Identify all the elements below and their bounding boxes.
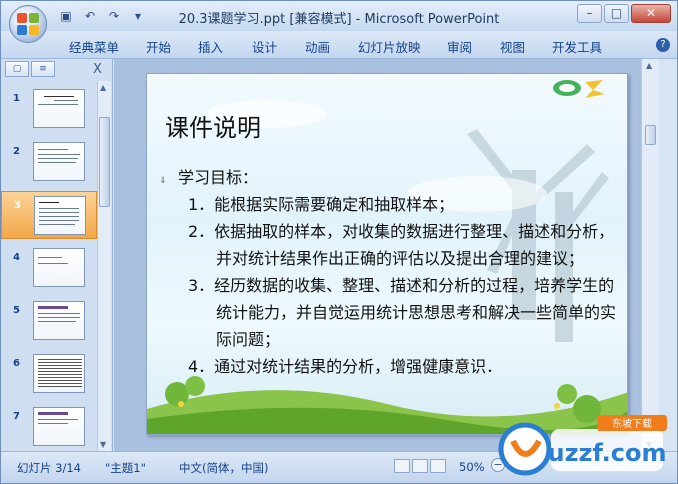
slide-thumbnail[interactable] [33, 248, 85, 287]
theme-name: "主题1" [105, 461, 146, 475]
close-button[interactable]: ✕ [631, 4, 671, 23]
help-icon[interactable]: ? [656, 38, 670, 52]
view-buttons [394, 459, 446, 473]
slides-pane: ▢ ≡ X 1 2 3 4 5 6 7 ▲ ▼ [1, 59, 113, 451]
slide-number: 5 [13, 305, 20, 316]
body-intro: 学习目标： [178, 168, 259, 187]
zoom-level[interactable]: 50% [459, 460, 485, 474]
editor-scrollbar[interactable]: ▲ ▼ [641, 59, 659, 451]
office-button[interactable] [9, 5, 47, 43]
scroll-up-icon[interactable]: ▲ [100, 83, 106, 92]
scrollbar-thumb[interactable] [645, 125, 656, 145]
slide-sorter-icon[interactable] [412, 459, 428, 473]
undo-icon[interactable]: ↶ [81, 8, 99, 24]
language-status[interactable]: 中文(简体，中国) [179, 460, 268, 476]
slide-show-icon[interactable] [430, 459, 446, 473]
slides-tab-icon[interactable]: ▢ [5, 61, 29, 77]
slide-thumbnail[interactable] [33, 407, 85, 446]
tab-review[interactable]: 审阅 [447, 37, 472, 56]
scroll-up-icon[interactable]: ▲ [646, 61, 652, 70]
slide-editor: 课件说明 ⇓ 学习目标： 1．能根据实际需要确定和抽取样本； 2．依据抽取的样本… [114, 59, 659, 451]
scroll-down-icon[interactable]: ▼ [100, 440, 106, 449]
slide-canvas[interactable]: 课件说明 ⇓ 学习目标： 1．能根据实际需要确定和抽取样本； 2．依据抽取的样本… [146, 73, 628, 435]
body-item-2: 2．依据抽取的样本，对收集的数据进行整理、描述和分析，并对统计结果作出正确的评估… [188, 222, 615, 268]
slide-thumb-row-selected[interactable]: 3 [1, 191, 97, 239]
slide-number: 4 [13, 252, 20, 263]
body-item-3: 3．经历数据的收集、整理、描述和分析的过程，培养学生的统计能力，并自觉运用统计思… [188, 276, 617, 349]
slide-thumbnail[interactable] [33, 354, 85, 393]
uzzf-watermark-logo: uzzf.com 东坡下载 [498, 415, 667, 476]
customize-qat-icon[interactable]: ▾ [129, 8, 147, 24]
tab-insert[interactable]: 插入 [198, 37, 223, 56]
slide-body-text[interactable]: 学习目标： 1．能根据实际需要确定和抽取样本； 2．依据抽取的样本，对收集的数据… [178, 164, 618, 380]
slide-thumb-row[interactable]: 6 [1, 350, 97, 398]
slide-thumbnail[interactable] [33, 301, 85, 340]
slide-number: 6 [13, 358, 20, 369]
pane-close-icon[interactable]: X [93, 62, 102, 77]
slide-thumb-row[interactable]: 1 [1, 85, 97, 133]
slide-thumbnail[interactable] [33, 142, 85, 181]
powerpoint-window: 20.3课题学习.ppt [兼容模式] - Microsoft PowerPoi… [0, 0, 678, 484]
slide-thumb-row[interactable]: 5 [1, 297, 97, 345]
ribbon-tabs: 经典菜单 开始 插入 设计 动画 幻灯片放映 审阅 视图 开发工具 ? [1, 31, 677, 59]
slide-thumb-row[interactable]: 7 [1, 403, 97, 451]
body-item-4: 4．通过对统计结果的分析，增强健康意识． [188, 357, 503, 376]
normal-view-icon[interactable] [394, 459, 410, 473]
slide-number: 1 [13, 93, 20, 104]
slide-counter: 幻灯片 3/14 [17, 461, 81, 475]
slide-title[interactable]: 课件说明 [165, 108, 261, 143]
outline-tab-icon[interactable]: ≡ [31, 61, 55, 77]
pane-tabs: ▢ ≡ [5, 61, 55, 79]
tab-classic-menu[interactable]: 经典菜单 [69, 37, 119, 56]
watermark-text: uzzf.com [548, 439, 667, 467]
slide-thumb-row[interactable]: 4 [1, 244, 97, 292]
slide-thumbnails: 1 2 3 4 5 6 7 [1, 83, 97, 451]
save-icon[interactable]: ▣ [57, 8, 75, 24]
bullet-collapse-icon: ⇓ [159, 176, 167, 186]
body-item-1: 1．能根据实际需要确定和抽取样本； [188, 195, 455, 214]
watermark-tagline: 东坡下载 [612, 417, 652, 430]
quick-access-toolbar: ▣ ↶ ↷ ▾ [57, 7, 147, 25]
tab-slide-show[interactable]: 幻灯片放映 [358, 37, 421, 56]
slide-number: 7 [13, 411, 20, 422]
scrollbar-thumb[interactable] [99, 117, 110, 207]
tab-animations[interactable]: 动画 [305, 37, 330, 56]
slide-number: 3 [14, 200, 21, 211]
slide-thumb-row[interactable]: 2 [1, 138, 97, 186]
slide-number: 2 [13, 146, 20, 157]
office-logo-icon [17, 13, 39, 35]
minimize-button[interactable]: – [577, 4, 602, 23]
slides-pane-scrollbar[interactable]: ▲ ▼ [97, 81, 111, 451]
redo-icon[interactable]: ↷ [105, 8, 123, 24]
slide-logo-icon [553, 80, 605, 98]
slide-thumbnail[interactable] [33, 89, 85, 128]
title-bar: 20.3课题学习.ppt [兼容模式] - Microsoft PowerPoi… [1, 1, 677, 31]
tab-design[interactable]: 设计 [252, 37, 277, 56]
tab-developer[interactable]: 开发工具 [552, 37, 602, 56]
slide-thumbnail[interactable] [34, 196, 86, 235]
maximize-button[interactable]: □ [604, 4, 629, 23]
window-controls: – □ ✕ [577, 4, 671, 23]
tab-view[interactable]: 视图 [500, 37, 525, 56]
tab-home[interactable]: 开始 [146, 37, 171, 56]
